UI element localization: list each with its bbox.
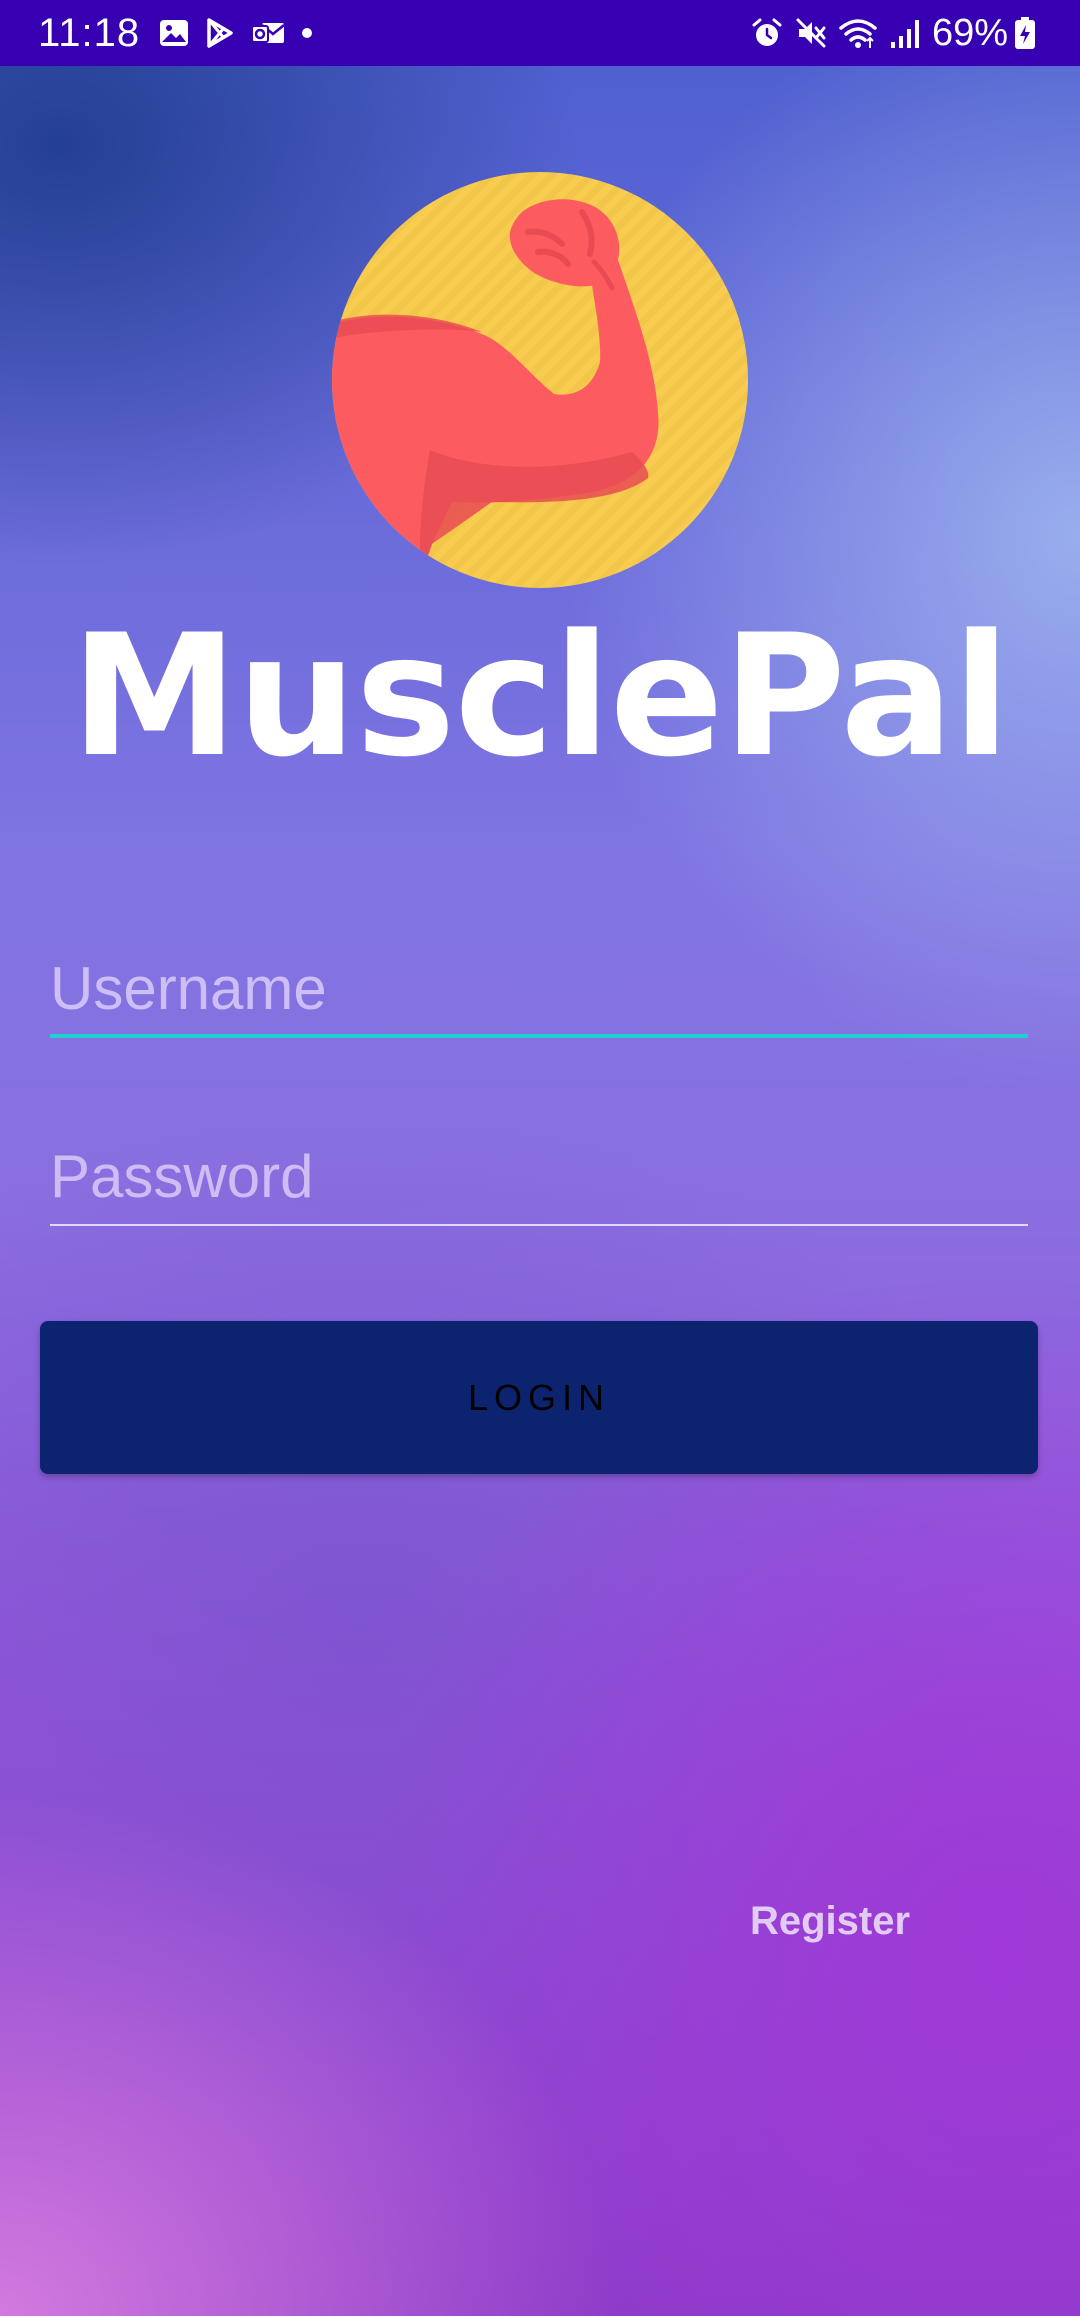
wifi-icon <box>838 16 878 50</box>
outlook-icon <box>250 17 286 49</box>
notification-dot-icon <box>300 26 314 40</box>
status-bar: 11:18 69% <box>0 0 1080 66</box>
username-input[interactable] <box>50 948 1028 1028</box>
battery-percent: 69% <box>931 11 1008 54</box>
username-underline-focused <box>50 1034 1028 1038</box>
login-button[interactable]: LOGIN <box>40 1321 1038 1474</box>
register-link[interactable]: Register <box>740 1894 920 1948</box>
username-field[interactable] <box>50 948 1028 1038</box>
gallery-icon <box>158 17 190 49</box>
app-title: MusclePal <box>70 598 1010 794</box>
status-bar-left: 11:18 <box>38 11 328 56</box>
signal-icon <box>888 16 922 50</box>
status-time: 11:18 <box>38 10 141 55</box>
battery-charging-icon <box>1014 16 1036 50</box>
mute-icon <box>794 16 828 50</box>
play-store-icon <box>204 17 236 49</box>
password-input[interactable] <box>50 1136 1028 1216</box>
status-bar-right: 69% <box>750 12 1046 55</box>
password-underline <box>50 1224 1028 1226</box>
password-field[interactable] <box>50 1136 1028 1226</box>
alarm-icon <box>750 16 784 50</box>
flexed-arm-logo <box>332 172 748 588</box>
